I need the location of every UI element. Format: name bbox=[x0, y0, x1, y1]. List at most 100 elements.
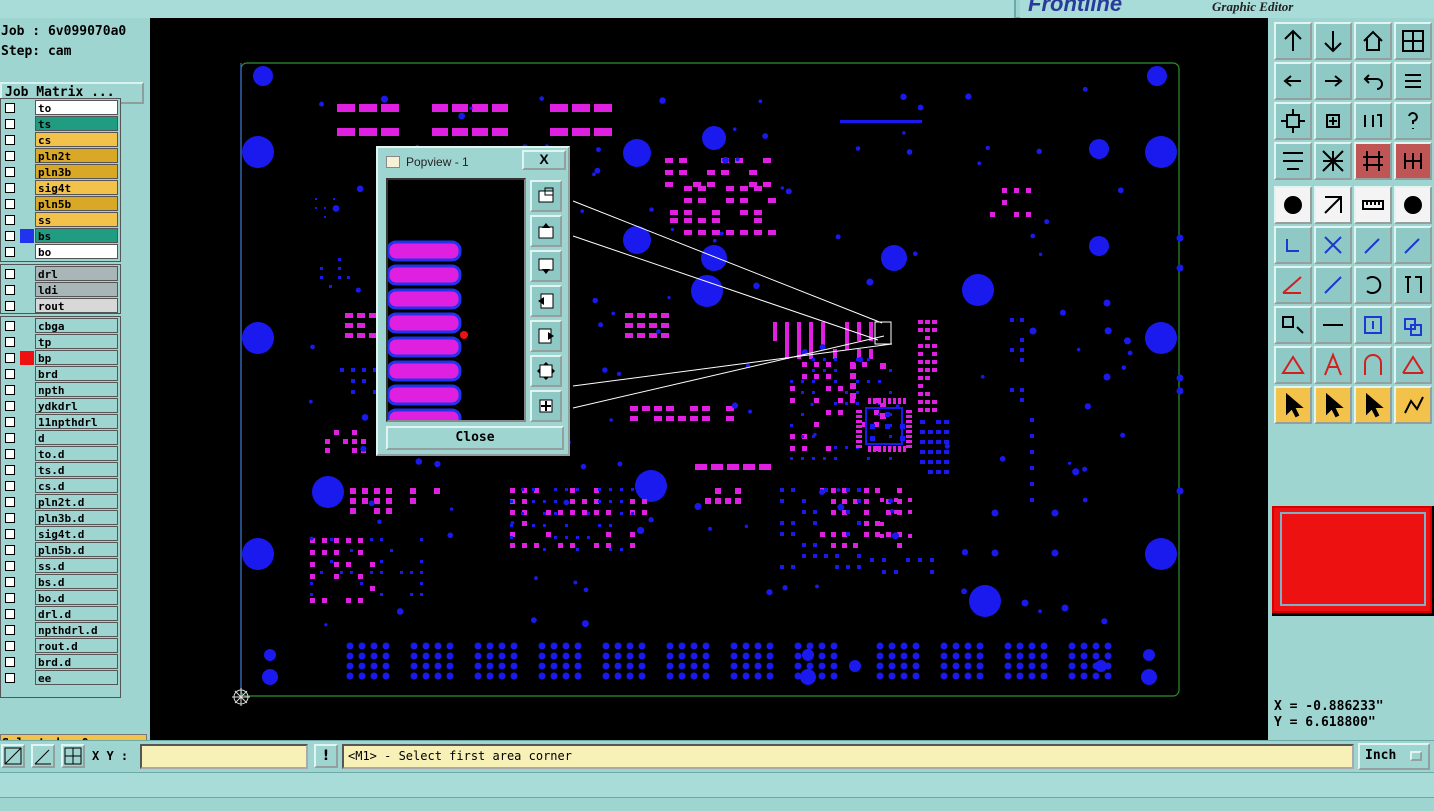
layer-name[interactable]: cs bbox=[35, 132, 118, 147]
layer-name[interactable]: 11npthdrl bbox=[35, 414, 118, 429]
layer-row[interactable]: ts bbox=[1, 116, 122, 132]
group-button[interactable] bbox=[1394, 306, 1432, 344]
layer-checkbox[interactable] bbox=[5, 609, 15, 619]
layer-checkbox[interactable] bbox=[5, 401, 15, 411]
layer-row[interactable]: pln3b bbox=[1, 164, 122, 180]
layer-name[interactable]: brd.d bbox=[35, 654, 118, 669]
layer-name[interactable]: ydkdrl bbox=[35, 398, 118, 413]
split-button[interactable] bbox=[1314, 306, 1352, 344]
layer-name[interactable]: ee bbox=[35, 670, 118, 685]
arch-button[interactable] bbox=[1314, 346, 1352, 384]
layer-row[interactable]: pln5b.d bbox=[1, 542, 122, 558]
layer-row[interactable]: cbga bbox=[1, 318, 122, 334]
layer-row[interactable]: ldi bbox=[1, 282, 122, 298]
layer-checkbox[interactable] bbox=[5, 417, 15, 427]
layer-row[interactable]: ss.d bbox=[1, 558, 122, 574]
layer-checkbox[interactable] bbox=[5, 481, 15, 491]
layer-checkbox[interactable] bbox=[5, 183, 15, 193]
layer-checkbox[interactable] bbox=[5, 215, 15, 225]
layer-checkbox[interactable] bbox=[5, 465, 15, 475]
arch2-button[interactable] bbox=[1354, 346, 1392, 384]
arch3-button[interactable] bbox=[1394, 346, 1432, 384]
popview-zoom-in-button[interactable] bbox=[530, 390, 562, 422]
fit-screen-button[interactable] bbox=[1274, 102, 1312, 140]
delete-node-button[interactable] bbox=[1394, 226, 1432, 264]
layer-row[interactable]: tp bbox=[1, 334, 122, 350]
layer-checkbox[interactable] bbox=[5, 199, 15, 209]
layer-name[interactable]: cbga bbox=[35, 318, 118, 333]
cross-button[interactable] bbox=[1314, 226, 1352, 264]
select-button[interactable] bbox=[1274, 386, 1312, 424]
layer-checkbox[interactable] bbox=[5, 103, 15, 113]
layer-checkbox[interactable] bbox=[5, 513, 15, 523]
layer-checkbox[interactable] bbox=[5, 641, 15, 651]
layer-name[interactable]: tp bbox=[35, 334, 118, 349]
layer-checkbox[interactable] bbox=[5, 247, 15, 257]
layer-name[interactable]: ts.d bbox=[35, 462, 118, 477]
layer-name[interactable]: npthdrl.d bbox=[35, 622, 118, 637]
connect-button[interactable] bbox=[1274, 226, 1312, 264]
popview-zoom-area-button[interactable] bbox=[530, 180, 562, 212]
stretch-button[interactable] bbox=[1354, 306, 1392, 344]
layer-row[interactable]: 11npthdrl bbox=[1, 414, 122, 430]
layer-checkbox[interactable] bbox=[5, 285, 15, 295]
layer-checkbox[interactable] bbox=[5, 369, 15, 379]
layer-row[interactable]: rout.d bbox=[1, 638, 122, 654]
layer-name[interactable]: bs bbox=[35, 228, 118, 243]
alert-button[interactable]: ! bbox=[314, 744, 338, 768]
layer-name[interactable]: bs.d bbox=[35, 574, 118, 589]
layer-checkbox[interactable] bbox=[5, 545, 15, 555]
layer-checkbox[interactable] bbox=[5, 167, 15, 177]
layer-name[interactable]: npth bbox=[35, 382, 118, 397]
route-button[interactable] bbox=[1394, 386, 1432, 424]
layer-name[interactable]: to.d bbox=[35, 446, 118, 461]
layer-row[interactable]: rout bbox=[1, 298, 122, 314]
layer-checkbox[interactable] bbox=[5, 119, 15, 129]
layer-name[interactable]: pln3b bbox=[35, 164, 118, 179]
layer-name[interactable]: drl.d bbox=[35, 606, 118, 621]
layer-row[interactable]: pln2t bbox=[1, 148, 122, 164]
graphic-canvas[interactable] bbox=[150, 18, 1268, 740]
layer-name[interactable]: sig4t.d bbox=[35, 526, 118, 541]
layer-row[interactable]: pln2t.d bbox=[1, 494, 122, 510]
popview-fit-button[interactable] bbox=[530, 355, 562, 387]
layer-checkbox[interactable] bbox=[5, 625, 15, 635]
layer-checkbox[interactable] bbox=[5, 433, 15, 443]
layer-name[interactable]: ss bbox=[35, 212, 118, 227]
layer-row[interactable]: drl.d bbox=[1, 606, 122, 622]
home-button[interactable] bbox=[1354, 22, 1392, 60]
grid-frame-button[interactable] bbox=[1394, 22, 1432, 60]
layer-name[interactable]: pln2t.d bbox=[35, 494, 118, 509]
layer-row[interactable]: to bbox=[1, 100, 122, 116]
slash-button[interactable] bbox=[1314, 266, 1352, 304]
popview-pan-left-button[interactable] bbox=[530, 285, 562, 317]
zoom-next-button[interactable] bbox=[1314, 62, 1352, 100]
layer-row[interactable]: npthdrl.d bbox=[1, 622, 122, 638]
layer-name[interactable]: pln3b.d bbox=[35, 510, 118, 525]
layer-row[interactable]: pln5b bbox=[1, 196, 122, 212]
layer-checkbox[interactable] bbox=[5, 337, 15, 347]
layer-name[interactable]: pln2t bbox=[35, 148, 118, 163]
layer-checkbox[interactable] bbox=[5, 449, 15, 459]
snap-mode-button[interactable] bbox=[1, 744, 25, 768]
select-box-button[interactable] bbox=[1314, 386, 1352, 424]
zoom-in-button[interactable] bbox=[1314, 102, 1352, 140]
layer-row[interactable]: ts.d bbox=[1, 462, 122, 478]
layer-name[interactable]: sig4t bbox=[35, 180, 118, 195]
add-node-button[interactable] bbox=[1354, 226, 1392, 264]
triangle-button[interactable] bbox=[1274, 346, 1312, 384]
layer-checkbox[interactable] bbox=[5, 561, 15, 571]
popview-pan-right-button[interactable] bbox=[530, 320, 562, 352]
layer-row[interactable]: cs.d bbox=[1, 478, 122, 494]
layer-checkbox[interactable] bbox=[5, 673, 15, 683]
units-select[interactable]: Inch bbox=[1358, 743, 1430, 770]
layer-row[interactable]: bp bbox=[1, 350, 122, 366]
layer-checkbox[interactable] bbox=[5, 321, 15, 331]
popview-titlebar[interactable]: Popview - 1 X bbox=[380, 150, 566, 172]
layer-down-button[interactable] bbox=[1314, 22, 1352, 60]
angle-mode-button[interactable] bbox=[31, 744, 55, 768]
one-to-one-button[interactable] bbox=[1354, 102, 1392, 140]
grid-button[interactable] bbox=[1314, 142, 1352, 180]
popview-viewport[interactable] bbox=[386, 178, 526, 422]
layer-row[interactable]: ydkdrl bbox=[1, 398, 122, 414]
